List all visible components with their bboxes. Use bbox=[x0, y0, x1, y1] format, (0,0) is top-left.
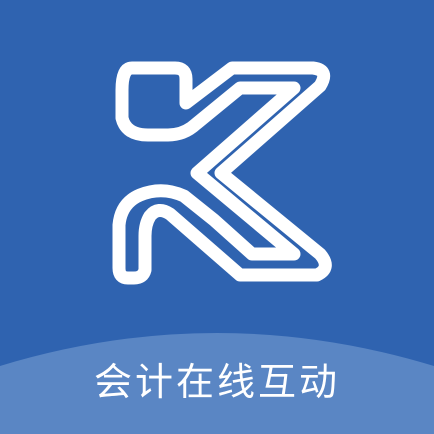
app-caption: 会计在线互动 bbox=[93, 360, 340, 404]
app-icon: 会计在线互动 bbox=[0, 0, 434, 434]
